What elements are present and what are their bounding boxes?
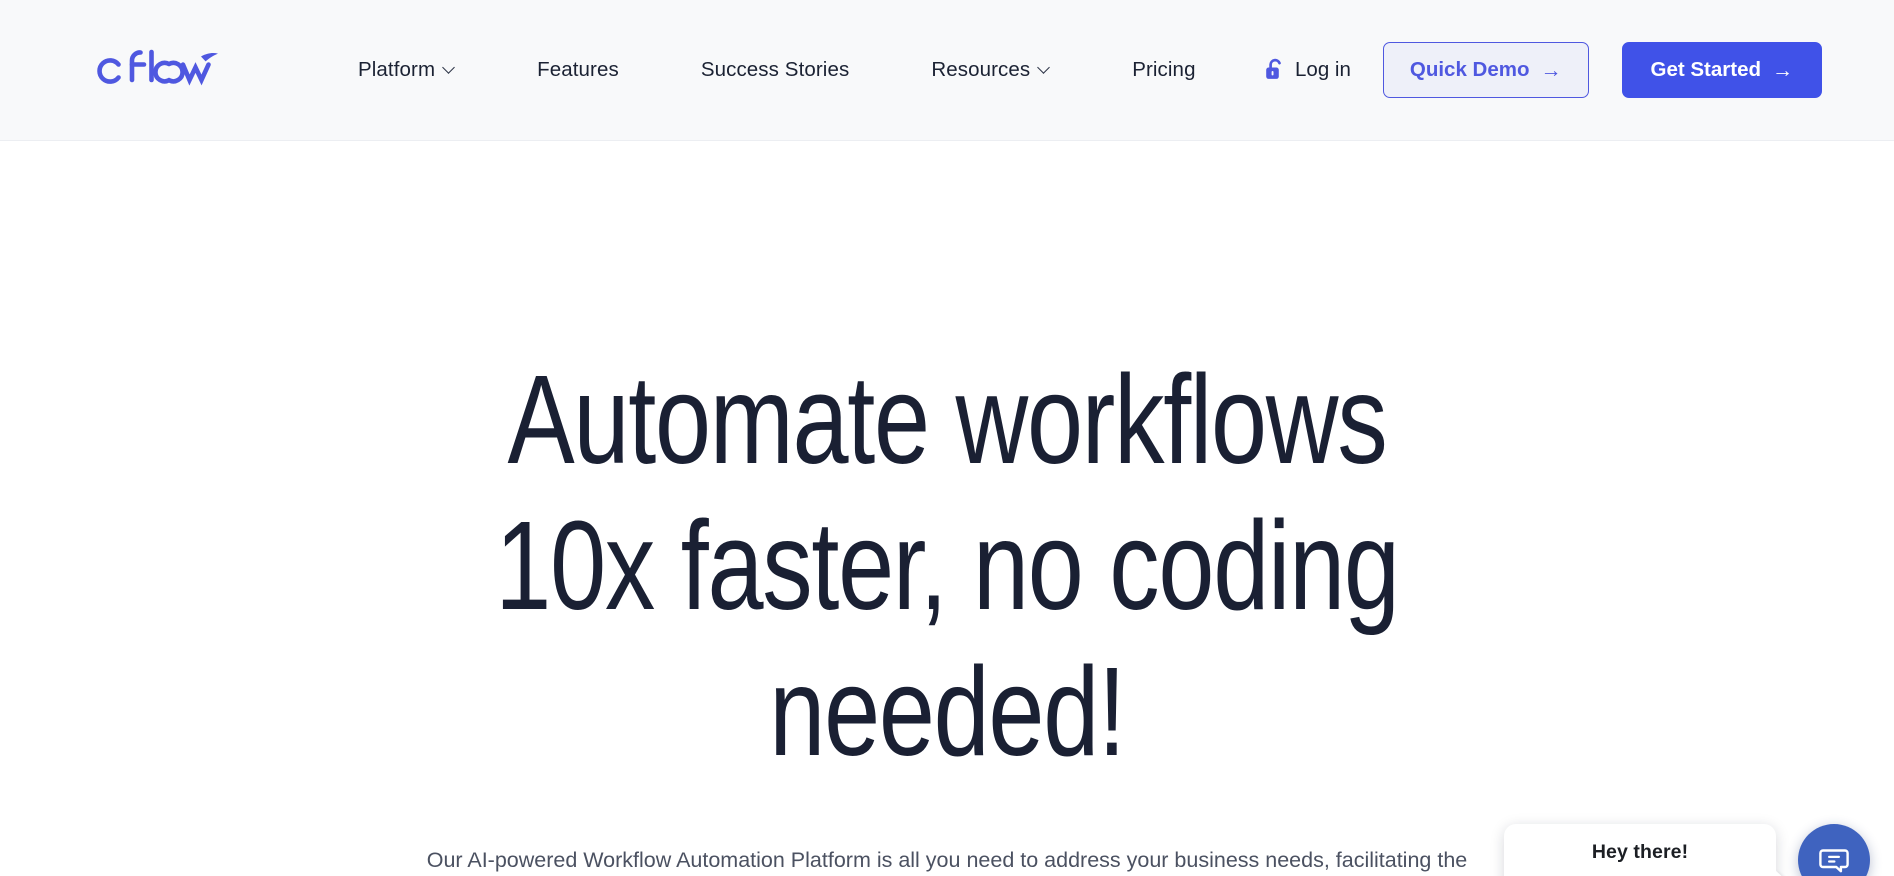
- nav-item-pricing[interactable]: Pricing: [1091, 58, 1236, 82]
- primary-navigation: Platform Features Success Stories Resour…: [358, 58, 1237, 82]
- cflow-logo-icon: [97, 49, 218, 86]
- chat-launcher-button[interactable]: [1798, 824, 1870, 876]
- get-started-button[interactable]: Get Started →: [1621, 42, 1822, 98]
- nav-item-label: Success Stories: [700, 58, 850, 81]
- chevron-down-icon: [1039, 63, 1050, 74]
- nav-item-resources[interactable]: Resources: [890, 58, 1091, 82]
- chevron-down-icon: [444, 63, 455, 74]
- arrow-right-icon: →: [1772, 58, 1793, 82]
- quick-demo-label: Quick Demo: [1409, 58, 1530, 81]
- headline-line-2: 10x faster, no coding: [495, 495, 1400, 637]
- nav-item-platform[interactable]: Platform: [358, 58, 496, 82]
- hero-section: Automate workflows 10x faster, no coding…: [0, 141, 1894, 876]
- login-link[interactable]: Log in: [1264, 58, 1351, 82]
- unlocked-padlock-icon: [1266, 58, 1281, 79]
- quick-demo-button[interactable]: Quick Demo →: [1382, 42, 1589, 98]
- login-label: Log in: [1295, 58, 1351, 81]
- header-actions: Log in Quick Demo → Get Started →: [1264, 42, 1822, 98]
- nav-item-success-stories[interactable]: Success Stories: [660, 58, 890, 82]
- chat-bubble-icon: [1819, 849, 1849, 873]
- nav-item-label: Pricing: [1132, 58, 1196, 81]
- chat-greeting-bubble[interactable]: Hey there! How can I help you?: [1504, 823, 1776, 876]
- site-header: Platform Features Success Stories Resour…: [0, 0, 1894, 141]
- nav-item-label: Platform: [358, 58, 436, 81]
- nav-item-features[interactable]: Features: [496, 58, 660, 82]
- chat-widget: Hey there! How can I help you?: [1504, 823, 1870, 876]
- chat-greeting-title: Hey there!: [1591, 840, 1689, 863]
- cflow-logo[interactable]: [94, 44, 220, 92]
- get-started-label: Get Started: [1650, 58, 1762, 81]
- nav-item-label: Resources: [931, 58, 1031, 81]
- nav-item-label: Features: [537, 58, 619, 81]
- headline-line-1: Automate workflows: [507, 349, 1388, 490]
- hero-subheading: Our AI-powered Workflow Automation Platf…: [426, 848, 1468, 873]
- arrow-right-icon: →: [1540, 58, 1562, 82]
- headline-line-3: needed!: [769, 641, 1126, 783]
- page-title: Automate workflows 10x faster, no coding…: [189, 347, 1704, 785]
